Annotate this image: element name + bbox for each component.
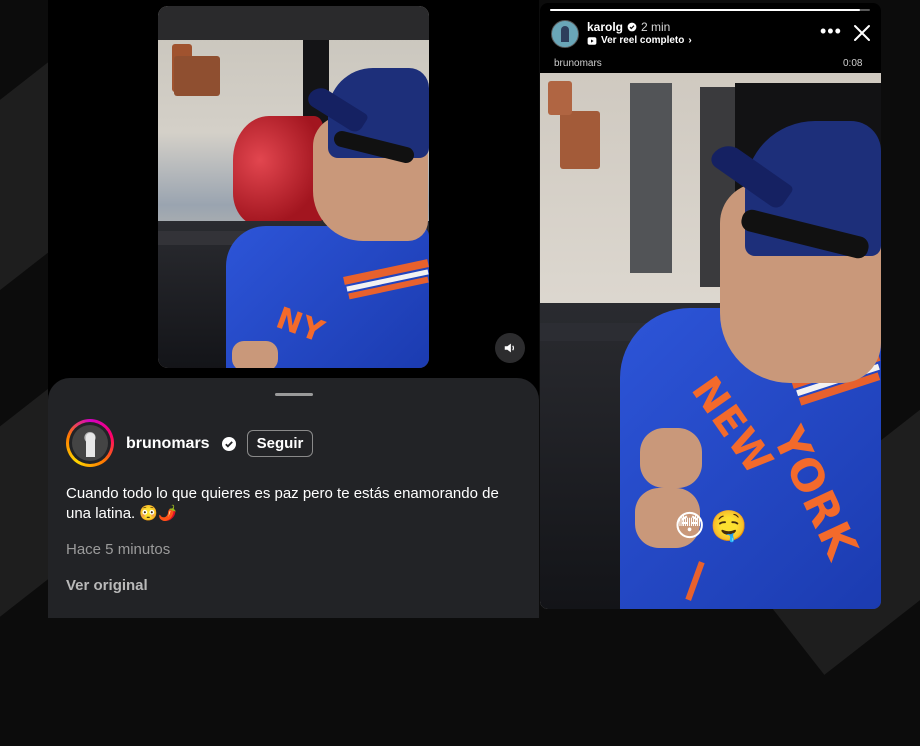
see-original-link[interactable]: Ver original (66, 577, 148, 594)
story-avatar[interactable] (551, 20, 579, 48)
video-scene: NEW YORK 😳 🤤 (540, 73, 881, 609)
audio-credit[interactable]: brunomars (554, 58, 602, 69)
story-duration: 0:08 (843, 58, 863, 69)
post-caption: Cuando todo lo que quieres es paz pero t… (66, 485, 499, 522)
story-progress-fill (550, 9, 861, 11)
sheet-handle[interactable] (275, 393, 313, 396)
story-video[interactable]: NEW YORK 😳 🤤 (540, 73, 881, 609)
story-time: 2 min (641, 20, 671, 34)
more-options-icon[interactable]: ••• (820, 22, 842, 40)
view-full-reel-link[interactable]: Ver reel completo › (587, 35, 692, 46)
sticker-flushed: 😳 (674, 509, 706, 544)
author-username[interactable]: brunomars (126, 435, 210, 453)
follow-button[interactable]: Seguir (247, 430, 313, 457)
verified-icon (627, 22, 637, 32)
close-icon[interactable] (852, 23, 872, 43)
sound-icon (504, 343, 515, 353)
reel-icon (587, 36, 597, 45)
sound-toggle-button[interactable] (495, 333, 525, 363)
story-progress-bar (550, 9, 870, 11)
reel-link-label: Ver reel completo (601, 35, 685, 46)
chevron-right-icon: › (688, 35, 692, 46)
post-timestamp: Hace 5 minutos (66, 541, 171, 558)
verified-icon (222, 437, 236, 451)
author-avatar[interactable] (66, 419, 114, 467)
post-details-sheet: brunomars Seguir Cuando todo lo que quie… (48, 378, 539, 618)
post-video[interactable]: NY (158, 6, 429, 368)
left-post-panel: NY brunomars Seguir Cuando todo lo que q… (48, 0, 539, 618)
sticker-drooling: 🤤 (710, 509, 748, 544)
story-username[interactable]: karolg (587, 20, 623, 34)
story-panel: NEW YORK 😳 🤤 karolg 2 min Ver reel compl… (540, 3, 881, 609)
video-scene: NY (158, 6, 429, 368)
